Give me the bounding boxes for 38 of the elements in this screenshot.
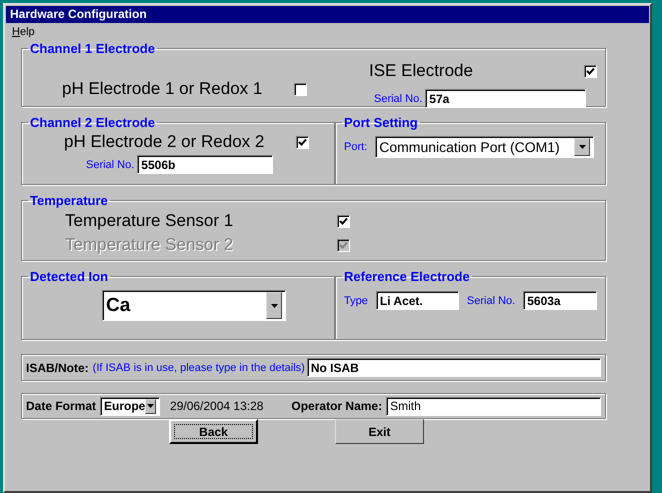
isab-label: ISAB/Note: [26,360,89,374]
checkbox[interactable] [337,214,350,228]
serial-field[interactable]: 5506b [137,155,274,174]
option-label: ISE Electrode [369,61,473,81]
date-format-label: Date Format [26,399,96,413]
window-title: Hardware Configuration [6,6,649,23]
date-format-dropdown[interactable]: Europe [100,396,160,416]
type-field[interactable]: Li Acet. [376,291,459,310]
group-title: Channel 1 Electrode [29,41,156,56]
serial-field[interactable]: 5603a [523,291,597,310]
ion-dropdown[interactable]: Ca [102,290,286,321]
field-label: Type [344,294,368,306]
field-label: Serial No. [374,92,422,104]
sensor-label: Temperature Sensor 2 [65,235,234,255]
checkbox[interactable] [584,64,597,78]
group-title: Port Setting [343,115,419,130]
field-label: Port: [344,141,368,153]
date-time: 29/06/2004 13:28 [170,399,264,413]
field-label: Serial No. [86,158,134,170]
port-dropdown[interactable]: Communication Port (COM1) [375,136,594,158]
group-title: Channel 2 Electrode [29,115,156,130]
dialog-button[interactable]: Back [169,419,258,444]
option-label: pH Electrode 1 or Redox 1 [62,79,262,99]
option-label: pH Electrode 2 or Redox 2 [64,132,264,152]
serial-field[interactable]: 57a [425,89,586,108]
operator-field[interactable]: Smith [386,396,601,416]
sensor-label: Temperature Sensor 1 [65,211,234,231]
group-title: Temperature [29,193,109,208]
checkbox[interactable] [296,136,310,148]
operator-label: Operator Name: [291,399,382,413]
group-title: Detected Ion [29,269,110,284]
dialog-button[interactable]: Exit [335,419,424,444]
menu-item[interactable]: Help [12,26,35,38]
field-label: Serial No. [466,294,516,306]
isab-field[interactable]: No ISAB [306,358,601,377]
isab-hint: (If ISAB is in use, please type in the details) [92,362,305,374]
group-title: Reference Electrode [343,269,471,284]
checkbox[interactable] [294,82,308,96]
